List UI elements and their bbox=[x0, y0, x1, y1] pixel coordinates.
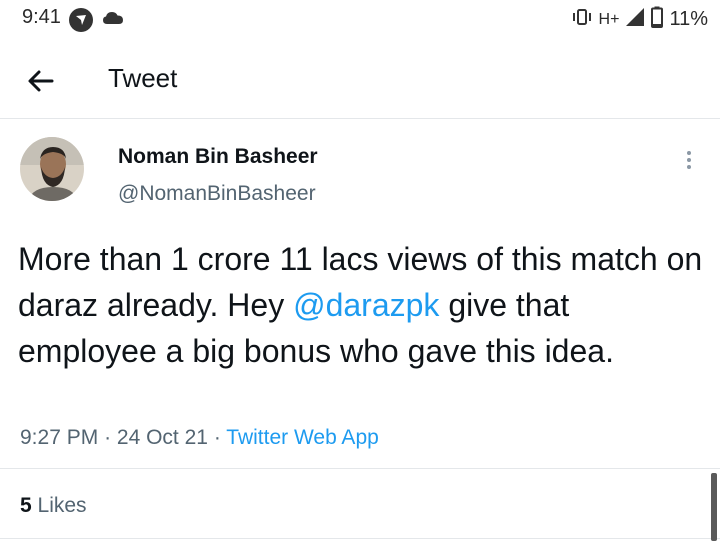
app-header: Tweet bbox=[0, 44, 720, 119]
divider bbox=[0, 538, 720, 539]
scrollbar-thumb[interactable] bbox=[711, 473, 717, 541]
meta-separator: · bbox=[213, 426, 221, 449]
more-vertical-icon bbox=[680, 151, 698, 178]
tweet-text: More than 1 crore 11 lacs views of this … bbox=[18, 236, 708, 374]
tweet-source-link[interactable]: Twitter Web App bbox=[226, 426, 379, 449]
back-button[interactable] bbox=[24, 64, 58, 98]
battery-icon bbox=[651, 6, 664, 33]
tweet-meta: 9:27 PM · 24 Oct 21 · Twitter Web App bbox=[20, 426, 379, 450]
status-time: 9:41 bbox=[22, 6, 61, 28]
author-handle[interactable]: @NomanBinBasheer bbox=[118, 182, 316, 206]
arrow-left-icon bbox=[24, 70, 58, 102]
battery-percent: 11% bbox=[669, 8, 708, 30]
tweet-date: 24 Oct 21 bbox=[116, 426, 208, 449]
status-right: H+ 11% bbox=[571, 6, 708, 33]
likes-stat[interactable]: 5 Likes bbox=[20, 494, 87, 518]
likes-label: Likes bbox=[37, 494, 87, 517]
more-options-button[interactable] bbox=[680, 148, 698, 174]
cloud-icon bbox=[102, 10, 124, 31]
page-title: Tweet bbox=[108, 63, 178, 93]
signal-icon bbox=[625, 7, 645, 32]
avatar[interactable] bbox=[20, 137, 84, 201]
likes-count: 5 bbox=[20, 494, 32, 517]
mention-link[interactable]: @darazpk bbox=[293, 287, 439, 323]
status-bar: 9:41 H+ 11% bbox=[0, 0, 720, 36]
network-type: H+ bbox=[598, 10, 620, 28]
navigation-icon bbox=[68, 7, 94, 38]
divider bbox=[0, 468, 720, 469]
tweet-time: 9:27 PM bbox=[20, 426, 99, 449]
author-name[interactable]: Noman Bin Basheer bbox=[118, 145, 318, 169]
meta-separator: · bbox=[104, 426, 112, 449]
vibrate-icon bbox=[571, 8, 593, 31]
